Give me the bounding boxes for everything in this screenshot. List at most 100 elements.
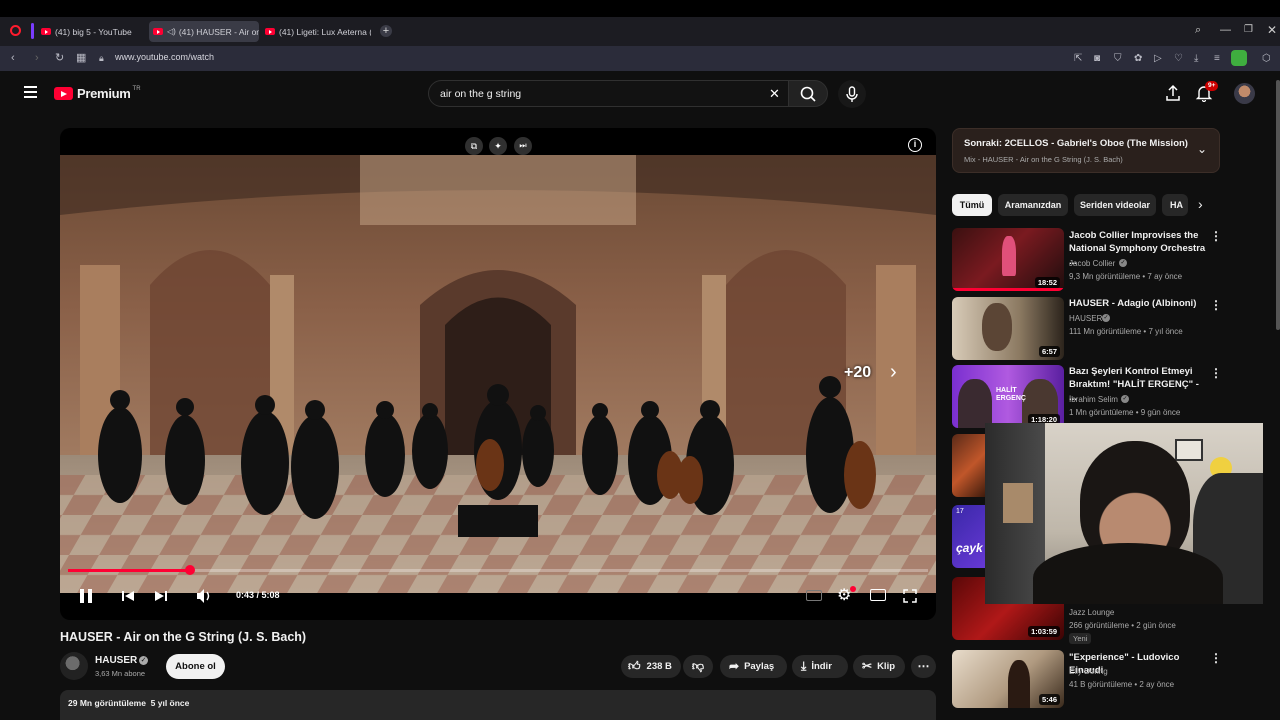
speaker-icon[interactable]: ◁) bbox=[167, 27, 176, 36]
heart-icon[interactable]: ♡ bbox=[1174, 51, 1183, 66]
search-icon bbox=[800, 86, 816, 102]
next-chevron-icon[interactable]: › bbox=[890, 361, 897, 384]
minimize-icon[interactable]: — bbox=[1220, 24, 1231, 36]
volume-icon[interactable] bbox=[196, 588, 214, 604]
youtube-header: Premium TR air on the g string ✕ 9+ bbox=[0, 71, 1280, 117]
tiles-icon[interactable]: ▦ bbox=[76, 51, 86, 66]
sparkle-icon[interactable]: ✦ bbox=[489, 137, 507, 155]
camera-icon[interactable]: ◙ bbox=[1094, 51, 1100, 66]
search-input[interactable]: air on the g string bbox=[440, 88, 521, 100]
chip-partial[interactable]: HA bbox=[1162, 194, 1188, 216]
tab-hauser[interactable]: ◁) (41) HAUSER - Air on bbox=[149, 21, 259, 42]
webcam-frame bbox=[1175, 439, 1203, 461]
video-frame bbox=[60, 155, 936, 593]
channel-name[interactable]: HAUSER bbox=[95, 655, 137, 666]
verified-icon: ✓ bbox=[139, 656, 148, 665]
reload-icon[interactable]: ↻ bbox=[55, 51, 64, 66]
share-button[interactable]: ➦ Paylaş bbox=[720, 655, 787, 678]
chevron-down-icon[interactable]: ⌄ bbox=[1197, 142, 1207, 156]
rec-channel-3[interactable]: İbrahim Selim bbox=[1069, 393, 1118, 406]
rec-channel-1[interactable]: Jacob Collier bbox=[1069, 257, 1115, 270]
dislike-button[interactable]: 👎︎ bbox=[683, 655, 713, 678]
page-scrollbar[interactable] bbox=[1276, 80, 1280, 330]
voice-search-button[interactable] bbox=[838, 80, 866, 108]
thumb-text: HALİT ERGENÇ bbox=[996, 387, 1026, 402]
extension-icon[interactable]: ✿ bbox=[1134, 51, 1142, 66]
clip-button[interactable]: ✂ Klip bbox=[853, 655, 905, 678]
download-icon[interactable]: ⤓ bbox=[1194, 51, 1198, 66]
hamburger-menu-icon[interactable] bbox=[24, 86, 37, 98]
rec-thumbnail-3[interactable]: HALİT ERGENÇ 1:18:20 bbox=[952, 365, 1064, 428]
like-count: 238 B bbox=[646, 661, 672, 672]
previous-icon[interactable] bbox=[121, 589, 135, 603]
fullscreen-icon[interactable] bbox=[903, 589, 917, 603]
youtube-premium-logo[interactable]: Premium TR bbox=[54, 86, 141, 101]
chip-series[interactable]: Seriden videolar bbox=[1074, 194, 1156, 216]
notifications-button[interactable]: 9+ bbox=[1195, 81, 1219, 107]
rec-more-icon[interactable]: ⋮ bbox=[1210, 229, 1222, 243]
tab-search-icon[interactable]: ⌕ bbox=[1195, 24, 1201, 37]
verified-icon: ✓ bbox=[1119, 259, 1127, 267]
thumbs-up-icon: 👍︎ bbox=[628, 659, 641, 673]
up-next-panel[interactable]: Sonraki: 2CELLOS - Gabriel's Oboe (The M… bbox=[952, 128, 1220, 173]
account-avatar[interactable] bbox=[1234, 83, 1255, 104]
more-horizontal-icon: ⋯ bbox=[917, 659, 930, 673]
rec-thumbnail-2[interactable]: 6:57 bbox=[952, 297, 1064, 360]
progress-bar[interactable] bbox=[68, 565, 928, 575]
skip-chapter-icon[interactable]: ⏭ bbox=[514, 137, 532, 155]
chip-from-search[interactable]: Aramanızdan bbox=[998, 194, 1068, 216]
next-icon[interactable] bbox=[154, 589, 168, 603]
opera-logo-icon[interactable] bbox=[10, 25, 21, 36]
rec-title-2[interactable]: HAUSER - Adagio (Albinoni) bbox=[1069, 297, 1207, 310]
download-label: İndir bbox=[811, 661, 832, 672]
url-text[interactable]: www.youtube.com/watch bbox=[115, 52, 214, 62]
info-icon[interactable]: i bbox=[908, 138, 922, 152]
description-box[interactable]: 29 Mn görüntüleme 5 yıl önce bbox=[60, 690, 936, 720]
rec-channel-7[interactable]: Elly Döring bbox=[1069, 665, 1108, 678]
tab-group-marker bbox=[31, 23, 34, 39]
upload-icon[interactable] bbox=[1164, 84, 1182, 102]
duration-badge: 6:57 bbox=[1038, 346, 1060, 357]
seek-forward-label[interactable]: +20 bbox=[844, 364, 871, 382]
close-window-icon[interactable]: ✕ bbox=[1267, 23, 1277, 37]
youtube-favicon-icon bbox=[153, 28, 163, 35]
rec-channel-2[interactable]: HAUSER bbox=[1069, 312, 1102, 325]
rec-more-icon[interactable]: ⋮ bbox=[1210, 651, 1222, 665]
new-tab-button[interactable]: + bbox=[380, 25, 392, 37]
channel-avatar[interactable] bbox=[60, 652, 88, 680]
tab-big-5[interactable]: (41) big 5 - YouTube bbox=[37, 21, 145, 42]
back-icon[interactable]: ‹ bbox=[11, 51, 15, 66]
download-button[interactable]: ⤓ İndir bbox=[792, 655, 848, 678]
rec-channel-6[interactable]: Jazz Lounge bbox=[1069, 606, 1114, 619]
menu-icon[interactable]: ≡ bbox=[1214, 51, 1220, 66]
rec-thumbnail-7[interactable]: 5:46 bbox=[952, 650, 1064, 708]
youtube-favicon-icon bbox=[41, 28, 51, 35]
shield-icon[interactable]: ⛉ bbox=[1114, 51, 1122, 66]
play-icon[interactable]: ▷ bbox=[1154, 51, 1162, 66]
profile-avatar-icon[interactable] bbox=[1231, 50, 1247, 66]
search-button[interactable] bbox=[788, 80, 828, 107]
restore-icon[interactable]: ❐ bbox=[1244, 24, 1253, 35]
subtitles-icon[interactable] bbox=[806, 590, 822, 601]
theater-mode-icon[interactable] bbox=[870, 589, 886, 601]
clear-search-icon[interactable]: ✕ bbox=[769, 86, 780, 102]
miniplayer-icon[interactable]: ⧉ bbox=[465, 137, 483, 155]
brand-region: TR bbox=[132, 86, 141, 92]
share-page-icon[interactable]: ⇱ bbox=[1074, 51, 1082, 66]
verified-icon: ✓ bbox=[1102, 314, 1110, 322]
forward-icon[interactable]: › bbox=[35, 51, 39, 66]
like-button[interactable]: 👍︎ 238 B bbox=[621, 655, 681, 678]
browser-tab-strip: (41) big 5 - YouTube ◁) (41) HAUSER - Ai… bbox=[0, 17, 1280, 46]
chip-all[interactable]: Tümü bbox=[952, 194, 992, 216]
tab-ligeti[interactable]: (41) Ligeti: Lux Aeterna (w bbox=[261, 21, 371, 42]
cube-icon[interactable]: ⬡ bbox=[1262, 51, 1271, 66]
chips-next-icon[interactable]: › bbox=[1198, 196, 1203, 212]
video-player[interactable]: ⧉ ✦ ⏭ i +20 › 0:43 / 5:08 ⚙ bbox=[60, 128, 936, 620]
rec-thumbnail-1[interactable]: 18:52 bbox=[952, 228, 1064, 291]
rec-more-icon[interactable]: ⋮ bbox=[1210, 366, 1222, 380]
subscribe-button[interactable]: Abone ol bbox=[166, 654, 225, 679]
more-actions-button[interactable]: ⋯ bbox=[911, 655, 936, 678]
search-box[interactable]: air on the g string ✕ bbox=[428, 80, 789, 107]
pause-button[interactable] bbox=[78, 587, 94, 605]
rec-more-icon[interactable]: ⋮ bbox=[1210, 298, 1222, 312]
